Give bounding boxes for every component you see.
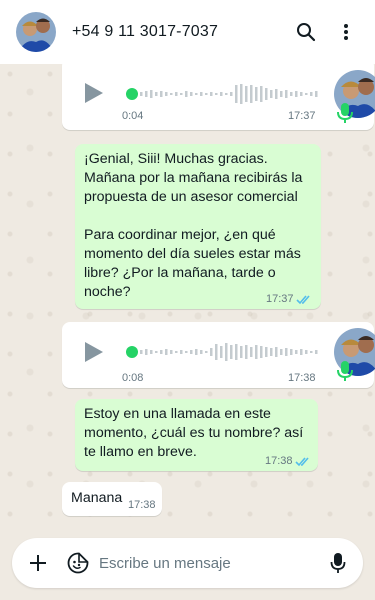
microphone-icon: [336, 360, 354, 382]
message-time: 17:37: [266, 293, 294, 305]
message-time: 17:38: [288, 372, 316, 384]
more-vertical-icon[interactable]: [329, 15, 363, 49]
message-input[interactable]: [95, 548, 321, 578]
chat-header: +54 9 11 3017-7037: [0, 0, 375, 64]
microphone-icon[interactable]: [321, 546, 355, 580]
play-icon[interactable]: [82, 82, 104, 104]
playback-dot[interactable]: [126, 88, 138, 100]
waveform[interactable]: [138, 82, 323, 106]
message-composer: [12, 538, 363, 588]
incoming-message[interactable]: Manana 17:38: [62, 482, 162, 516]
read-receipt-icon: [295, 457, 309, 467]
contact-name[interactable]: +54 9 11 3017-7037: [72, 23, 283, 41]
chat-area[interactable]: 0:04 17:37 ¡Genial, Siii! Muchas gracias…: [0, 64, 375, 526]
voice-duration: 0:04: [122, 110, 144, 122]
outgoing-message[interactable]: Estoy en una llamada en este momento, ¿c…: [75, 399, 318, 471]
message-text: Manana: [71, 490, 123, 506]
voice-message[interactable]: 0:04 17:37: [62, 64, 375, 130]
message-time: 17:38: [128, 499, 156, 511]
contact-avatar[interactable]: [16, 12, 56, 52]
message-text: Estoy en una llamada en este momento, ¿c…: [84, 406, 308, 460]
play-icon[interactable]: [82, 341, 104, 363]
search-icon[interactable]: [289, 15, 323, 49]
message-time: 17:37: [288, 110, 316, 122]
message-text: ¡Genial, Siii! Muchas gracias. Mañana po…: [84, 151, 303, 300]
voice-duration: 0:08: [122, 372, 144, 384]
plus-icon[interactable]: [21, 546, 55, 580]
message-time: 17:38: [265, 455, 293, 467]
microphone-icon: [336, 102, 354, 124]
waveform[interactable]: [138, 340, 323, 364]
read-receipt-icon: [296, 295, 310, 305]
voice-message[interactable]: 0:08 17:38: [62, 322, 375, 388]
outgoing-message[interactable]: ¡Genial, Siii! Muchas gracias. Mañana po…: [75, 144, 321, 309]
playback-dot[interactable]: [126, 346, 138, 358]
sticker-icon[interactable]: [61, 546, 95, 580]
composer-area: [0, 526, 375, 600]
